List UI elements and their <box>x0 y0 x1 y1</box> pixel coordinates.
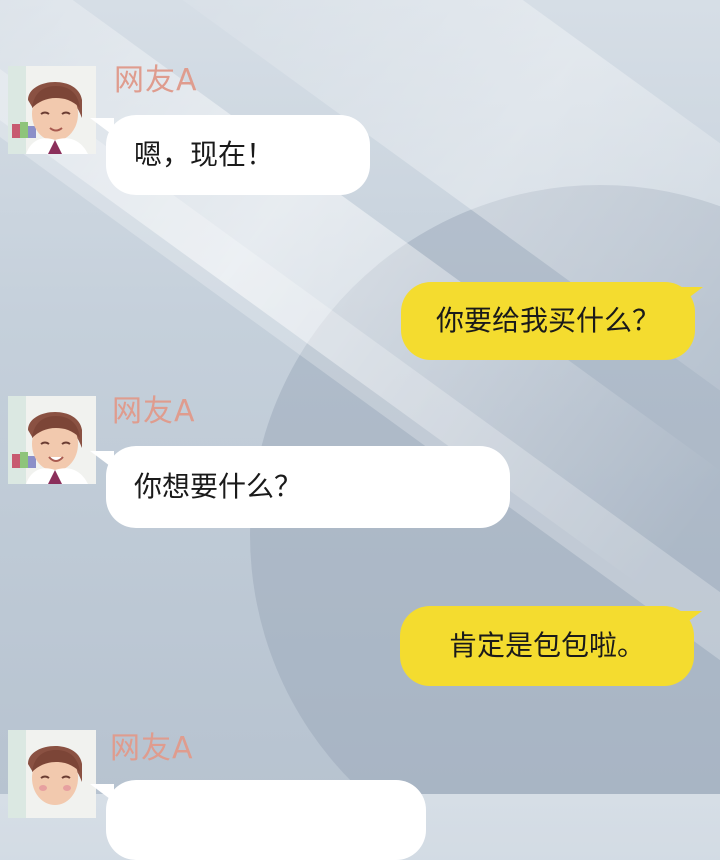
avatar-portrait <box>8 730 96 818</box>
message-text: 嗯，现在！ <box>134 138 275 171</box>
outgoing-message-bubble[interactable]: 你要给我买什么？ <box>401 282 695 360</box>
avatar-portrait <box>8 66 96 154</box>
avatar-icon[interactable] <box>8 66 96 154</box>
incoming-message-bubble[interactable] <box>106 780 426 860</box>
message-text: 你要给我买什么？ <box>435 304 660 337</box>
message-text: 你想要什么？ <box>134 470 303 503</box>
sender-name: 网友A <box>110 731 194 766</box>
avatar-icon[interactable] <box>8 396 96 484</box>
incoming-message-bubble[interactable]: 嗯，现在！ <box>106 115 370 195</box>
outgoing-message-bubble[interactable]: 肯定是包包啦。 <box>400 606 694 686</box>
avatar-portrait <box>8 396 96 484</box>
sender-name: 网友A <box>112 394 196 429</box>
message-text: 肯定是包包啦。 <box>448 629 645 662</box>
avatar-icon[interactable] <box>8 730 96 818</box>
incoming-message-bubble[interactable]: 你想要什么？ <box>106 446 510 528</box>
sender-name: 网友A <box>114 63 198 98</box>
